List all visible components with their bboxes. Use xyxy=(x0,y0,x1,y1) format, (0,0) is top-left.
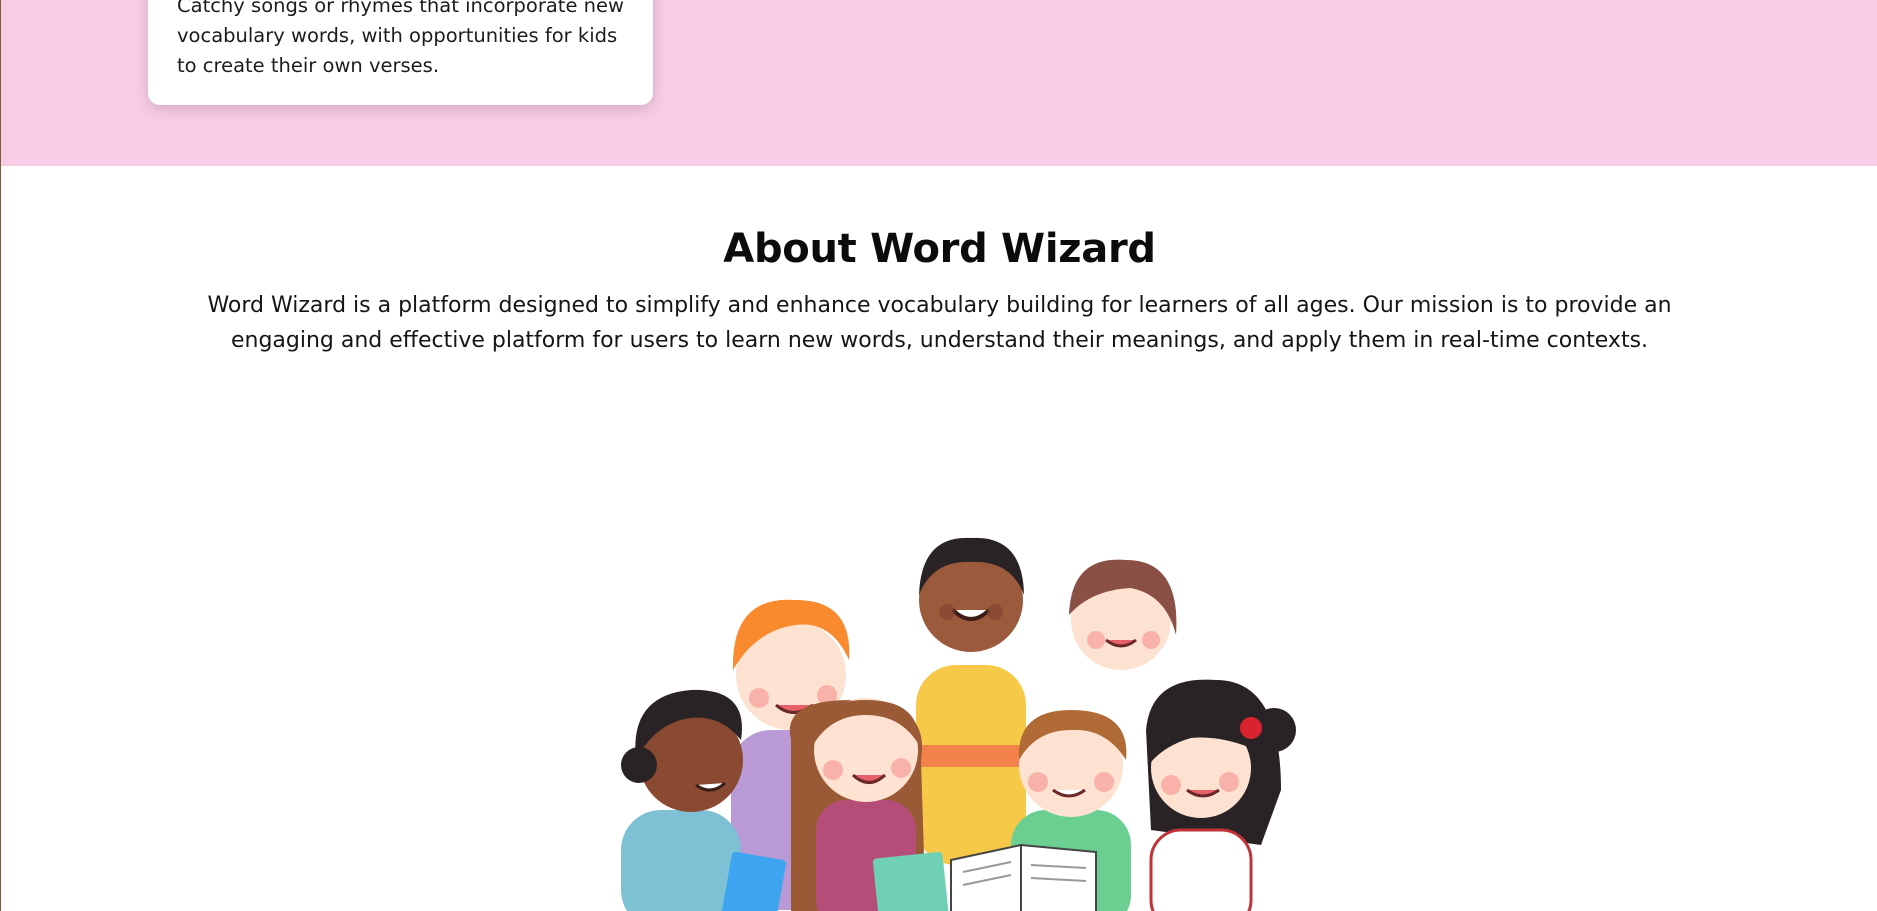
about-section: About Word Wizard Word Wizard is a platf… xyxy=(1,166,1877,358)
kid-yellow-sweater xyxy=(916,537,1026,865)
kid-brown-hair xyxy=(1069,559,1177,670)
about-title: About Word Wizard xyxy=(723,226,1156,272)
page: Catchy songs or rhymes that incorporate … xyxy=(0,0,1877,911)
open-book xyxy=(950,843,1097,911)
about-description: Word Wizard is a platform designed to si… xyxy=(207,293,1672,353)
kid-black-hair xyxy=(1146,679,1296,911)
feature-card: Catchy songs or rhymes that incorporate … xyxy=(148,0,653,105)
kids-reading-illustration xyxy=(621,537,1296,911)
activities-section: Catchy songs or rhymes that incorporate … xyxy=(1,0,1877,166)
feature-card-description: Catchy songs or rhymes that incorporate … xyxy=(177,0,624,77)
